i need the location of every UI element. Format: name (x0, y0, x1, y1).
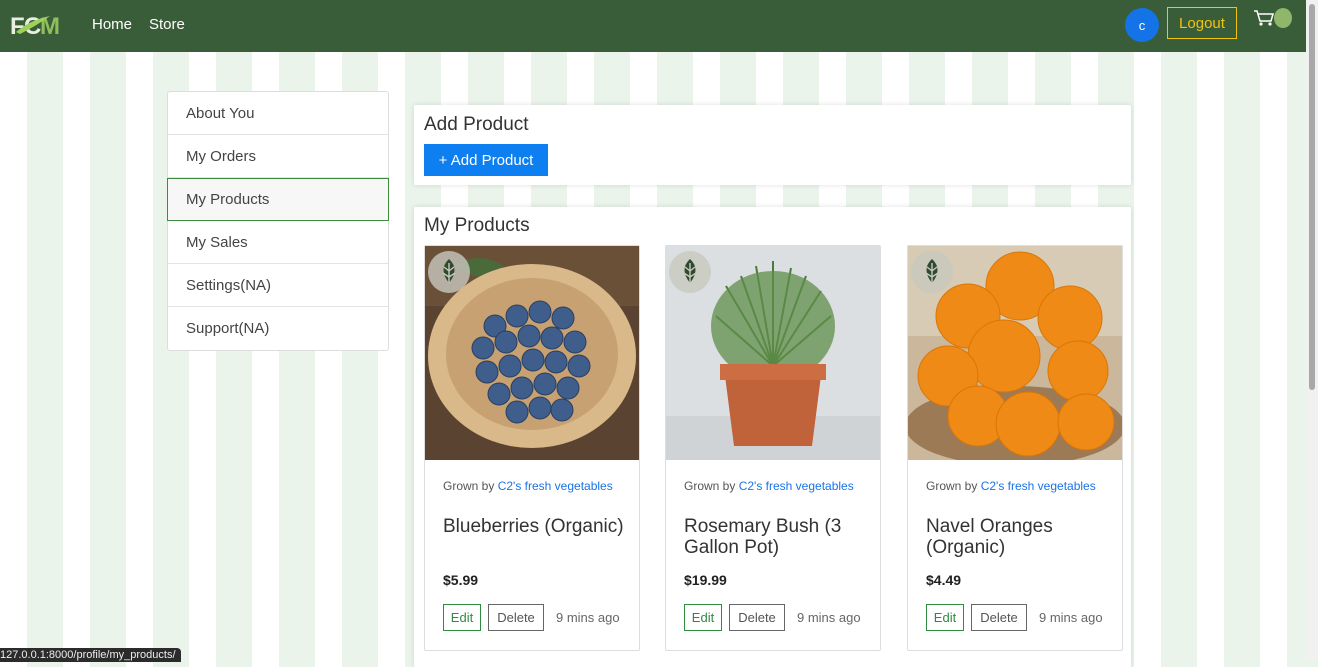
organic-leaf-badge (428, 251, 470, 293)
delete-button[interactable]: Delete (488, 604, 544, 631)
scrollbar-thumb[interactable] (1309, 4, 1315, 390)
product-price: $4.49 (926, 572, 962, 588)
farm-link[interactable]: C2's fresh vegetables (981, 479, 1096, 493)
leaf-icon (442, 259, 456, 283)
cart-icon[interactable] (1253, 9, 1275, 27)
time-ago: 9 mins ago (556, 610, 620, 625)
navbar: F C M Home Store c Logout (0, 0, 1306, 52)
product-name[interactable]: Blueberries (Organic) (443, 516, 628, 537)
grown-by-text: Grown by C2's fresh vegetables (684, 479, 854, 493)
nav-store-link[interactable]: Store (149, 16, 185, 33)
organic-leaf-badge (911, 251, 953, 293)
product-image-blueberries[interactable] (425, 246, 639, 460)
farm-link[interactable]: C2's fresh vegetables (498, 479, 613, 493)
leaf-icon (683, 259, 697, 283)
product-price: $5.99 (443, 572, 479, 588)
page-scrollbar[interactable] (1306, 0, 1318, 660)
fcm-logo[interactable]: F C M (10, 10, 62, 40)
edit-button[interactable]: Edit (443, 604, 481, 631)
logout-button[interactable]: Logout (1167, 7, 1237, 39)
grown-by-text: Grown by C2's fresh vegetables (443, 479, 613, 493)
add-product-title: Add Product (424, 114, 529, 135)
svg-text:M: M (40, 13, 60, 40)
product-image-oranges[interactable] (908, 246, 1122, 460)
nav-home-link[interactable]: Home (92, 16, 132, 33)
farm-link[interactable]: C2's fresh vegetables (739, 479, 854, 493)
grown-by-text: Grown by C2's fresh vegetables (926, 479, 1096, 493)
leaf-icon (925, 259, 939, 283)
time-ago: 9 mins ago (797, 610, 861, 625)
product-card: Grown by C2's fresh vegetables Blueberri… (424, 245, 640, 651)
product-price: $19.99 (684, 572, 727, 588)
product-image-rosemary[interactable] (666, 246, 880, 460)
svg-text:F: F (10, 13, 25, 40)
add-product-button[interactable]: + Add Product (424, 144, 548, 176)
sidebar-item-settings[interactable]: Settings(NA) (168, 264, 388, 307)
my-products-panel: My Products Grown by C2's fresh vegetabl… (414, 207, 1131, 667)
sidebar-item-my-sales[interactable]: My Sales (168, 221, 388, 264)
profile-sidebar: About You My Orders My Products My Sales… (167, 91, 389, 351)
user-avatar[interactable]: c (1125, 8, 1159, 42)
my-products-title: My Products (424, 215, 530, 236)
delete-button[interactable]: Delete (971, 604, 1027, 631)
organic-leaf-badge (669, 251, 711, 293)
time-ago: 9 mins ago (1039, 610, 1103, 625)
sidebar-item-my-orders[interactable]: My Orders (168, 135, 388, 178)
cart-badge (1274, 8, 1292, 28)
product-card: Grown by C2's fresh vegetables Rosemary … (665, 245, 881, 651)
edit-button[interactable]: Edit (926, 604, 964, 631)
sidebar-item-my-products[interactable]: My Products (167, 178, 389, 221)
product-card: Grown by C2's fresh vegetables Navel Ora… (907, 245, 1123, 651)
delete-button[interactable]: Delete (729, 604, 785, 631)
add-product-panel: Add Product + Add Product (414, 105, 1131, 185)
sidebar-item-about-you[interactable]: About You (168, 92, 388, 135)
sidebar-item-support[interactable]: Support(NA) (168, 307, 388, 350)
edit-button[interactable]: Edit (684, 604, 722, 631)
product-name[interactable]: Navel Oranges (Organic) (926, 516, 1111, 558)
product-name[interactable]: Rosemary Bush (3 Gallon Pot) (684, 516, 869, 558)
